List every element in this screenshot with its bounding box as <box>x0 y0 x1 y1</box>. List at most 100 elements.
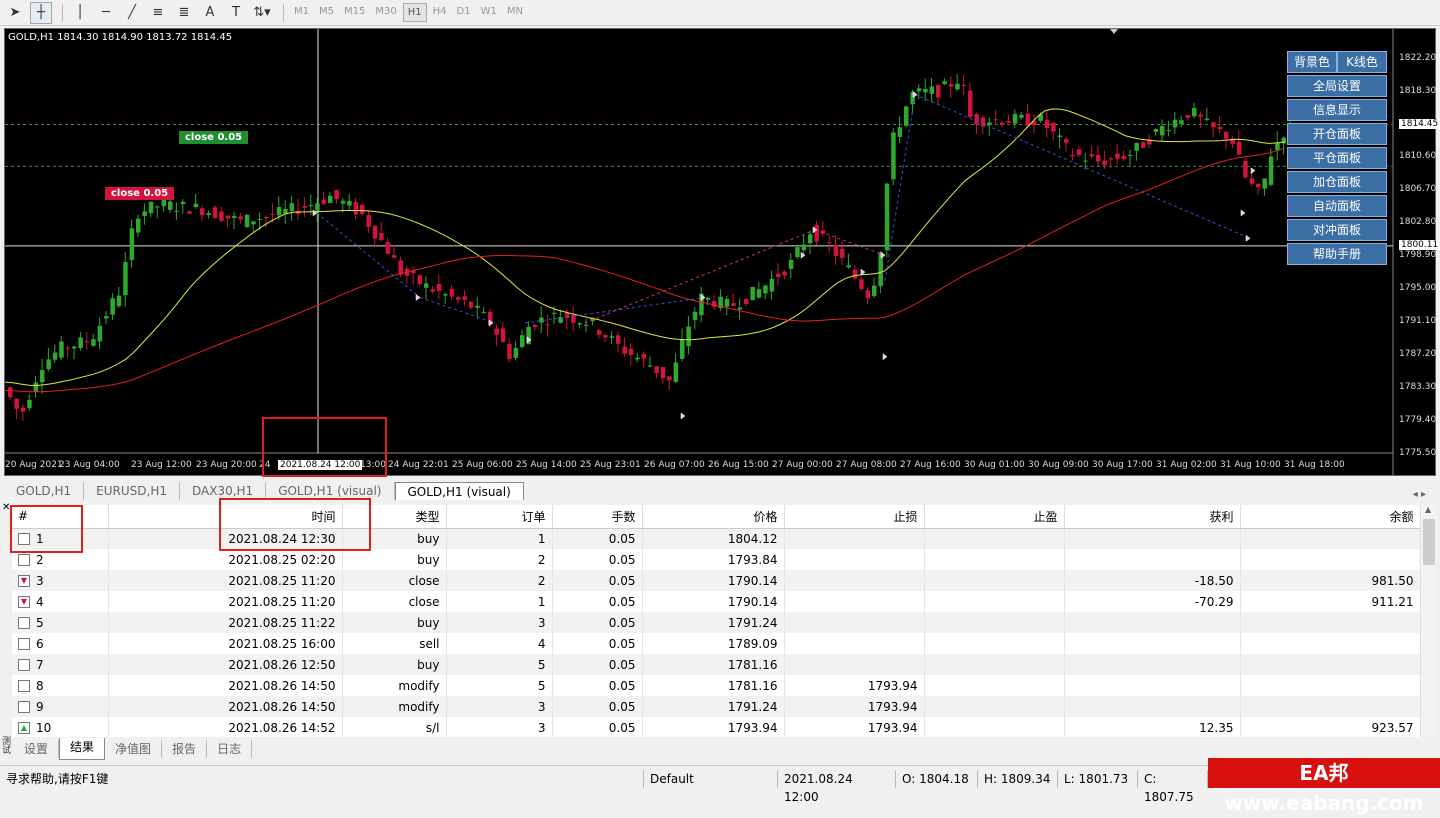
table-cell <box>784 654 925 675</box>
results-scrollbar[interactable]: ▲ <box>1420 505 1436 737</box>
table-row[interactable]: 7 2021.08.26 12:50 buy 5 0.05 1781.16 <box>12 654 1420 675</box>
timeframe-m30[interactable]: M30 <box>371 3 400 22</box>
vertical-line-icon[interactable]: │ <box>69 2 91 24</box>
candle-body <box>635 357 640 360</box>
timeframe-m5[interactable]: M5 <box>315 3 338 22</box>
tester-tab-2[interactable]: 结果 <box>59 738 106 760</box>
table-cell <box>924 633 1065 654</box>
timeframe-mn[interactable]: MN <box>503 3 527 22</box>
tester-tab-4[interactable]: 报告 <box>162 740 208 758</box>
table-row[interactable]: 8 2021.08.26 14:50 modify 5 0.05 1781.16 1793.… <box>12 675 1420 696</box>
table-row[interactable]: ▼ 3 2021.08.25 11:20 close 2 0.05 1790.14 -18.5… <box>12 570 1420 591</box>
candle-body <box>840 248 845 258</box>
panel-button-6[interactable]: 自动面板 <box>1287 195 1387 217</box>
candle-body <box>750 286 755 301</box>
column-header-5[interactable]: 手数 <box>552 505 643 529</box>
panel-button-3[interactable]: 开仓面板 <box>1287 123 1387 145</box>
table-row[interactable]: ▲ 10 2021.08.26 14:52 s/l 3 0.05 1793.94 1793.9… <box>12 717 1420 737</box>
column-header-8[interactable]: 止盈 <box>924 505 1065 529</box>
tester-tab-1[interactable]: 设置 <box>14 740 60 758</box>
column-header-10[interactable]: 余额 <box>1240 505 1420 529</box>
horizontal-line-icon[interactable]: ─ <box>95 2 117 24</box>
candle-body <box>136 218 141 233</box>
trendline-icon[interactable]: ╱ <box>121 2 143 24</box>
candle-body <box>507 344 512 360</box>
candle-body <box>788 259 794 269</box>
candle-body <box>961 84 967 86</box>
candle-body <box>814 224 819 242</box>
panel-button-4[interactable]: 平仓面板 <box>1287 147 1387 169</box>
candle-body <box>827 242 832 244</box>
candle-body <box>603 335 608 338</box>
tab-scroll-arrows-icon[interactable]: ◂ ▸ <box>1413 489 1436 500</box>
panel-button-2[interactable]: 信息显示 <box>1287 99 1387 121</box>
tester-tab-5[interactable]: 日志 <box>207 740 253 758</box>
candle-body <box>372 225 378 239</box>
panel-button-5[interactable]: 加仓面板 <box>1287 171 1387 193</box>
timeframe-h4[interactable]: H4 <box>429 3 451 22</box>
table-cell <box>784 633 925 654</box>
background-color-button[interactable]: 背景色 <box>1287 51 1337 73</box>
timeframe-h1[interactable]: H1 <box>402 3 427 22</box>
candle-body <box>942 81 947 85</box>
candle-body <box>667 376 672 381</box>
candle-body <box>97 325 103 342</box>
channel-icon[interactable]: ≡ <box>147 2 169 24</box>
text-icon[interactable]: A <box>199 2 221 24</box>
table-row[interactable]: ▼ 4 2021.08.25 11:20 close 1 0.05 1790.14 -70.2… <box>12 591 1420 612</box>
candle-body <box>545 324 551 326</box>
table-cell: modify <box>342 675 447 696</box>
panel-button-1[interactable]: 全局设置 <box>1287 75 1387 97</box>
column-header-6[interactable]: 价格 <box>642 505 785 529</box>
scroll-up-icon[interactable]: ▲ <box>1425 505 1431 514</box>
table-cell: 0.05 <box>552 549 643 570</box>
table-cell <box>1240 675 1420 696</box>
panel-button-8[interactable]: 帮助手册 <box>1287 243 1387 265</box>
table-cell: 2021.08.25 11:20 <box>108 570 343 591</box>
candle-body <box>686 326 691 347</box>
scroll-thumb[interactable] <box>1423 519 1435 565</box>
column-header-4[interactable]: 订单 <box>446 505 553 529</box>
price-tick: 1810.60 <box>1399 151 1437 162</box>
timeframe-w1[interactable]: W1 <box>477 3 501 22</box>
fibonacci-icon[interactable]: ≣ <box>173 2 195 24</box>
timeframe-m15[interactable]: M15 <box>340 3 369 22</box>
chart-tab-5[interactable]: GOLD,H1 (visual) <box>394 482 524 500</box>
text-label-icon[interactable]: T <box>225 2 247 24</box>
panel-button-7[interactable]: 对冲面板 <box>1287 219 1387 241</box>
table-row[interactable]: 6 2021.08.25 16:00 sell 4 0.05 1789.09 <box>12 633 1420 654</box>
table-cell: -18.50 <box>1064 570 1241 591</box>
chart-tab-1[interactable]: GOLD,H1 <box>4 482 85 500</box>
table-cell: 1790.14 <box>642 570 785 591</box>
candle-body <box>1057 135 1063 138</box>
candle-body <box>1083 160 1088 162</box>
table-row[interactable]: 5 2021.08.25 11:22 buy 3 0.05 1791.24 <box>12 612 1420 633</box>
candle-body <box>731 303 736 306</box>
column-header-7[interactable]: 止损 <box>784 505 925 529</box>
crosshair-icon[interactable]: ┼ <box>30 1 52 24</box>
cursor-icon[interactable]: ➤ <box>4 2 26 24</box>
table-cell <box>924 570 1065 591</box>
candle-body <box>321 199 327 204</box>
candle-body <box>1243 161 1248 178</box>
table-cell <box>924 675 1065 696</box>
column-header-9[interactable]: 获利 <box>1064 505 1241 529</box>
tester-tab-3[interactable]: 净值图 <box>105 740 163 758</box>
candle-body <box>795 247 800 258</box>
candle-body <box>923 89 928 93</box>
table-row[interactable]: 9 2021.08.26 14:50 modify 3 0.05 1791.24 1793.… <box>12 696 1420 717</box>
timeframe-m1[interactable]: M1 <box>290 3 313 22</box>
table-cell <box>1240 654 1420 675</box>
candle-body <box>270 213 275 215</box>
price-chart[interactable]: GOLD,H1 1814.30 1814.90 1813.72 1814.45 … <box>4 28 1440 476</box>
table-cell: modify <box>342 696 447 717</box>
timeframe-d1[interactable]: D1 <box>453 3 475 22</box>
arrows-dropdown-icon[interactable]: ⇅▾ <box>251 2 273 24</box>
candle-body <box>1019 114 1024 118</box>
candle-color-button[interactable]: K线色 <box>1337 51 1387 73</box>
candle-body <box>257 219 263 221</box>
chart-tab-2[interactable]: EURUSD,H1 <box>84 482 180 500</box>
table-cell: 2 <box>446 570 553 591</box>
table-row[interactable]: 2 2021.08.25 02:20 buy 2 0.05 1793.84 <box>12 549 1420 570</box>
table-cell <box>1240 549 1420 570</box>
